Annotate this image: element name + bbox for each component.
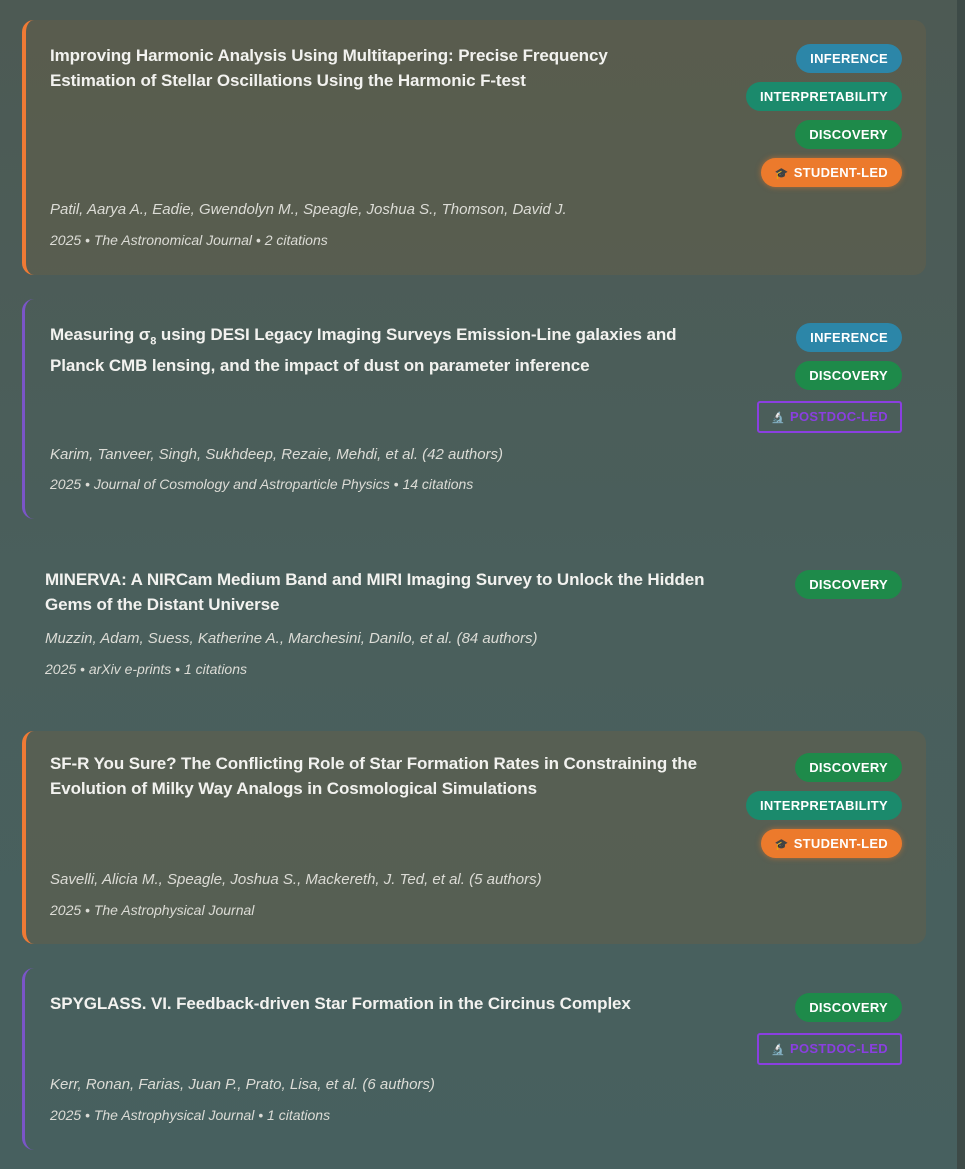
paper-authors: Patil, Aarya A., Eadie, Gwendolyn M., Sp… [50, 201, 567, 218]
tag-student-led-label: STUDENT-LED [793, 836, 888, 851]
tag-postdoc-led[interactable]: 🔬 POSTDOC-LED [757, 1033, 902, 1065]
scrollbar[interactable] [957, 0, 965, 1169]
tag-discovery[interactable]: DISCOVERY [795, 570, 902, 599]
paper-title[interactable]: Measuring σ8 using DESI Legacy Imaging S… [50, 323, 720, 378]
paper-meta: 2025 • The Astrophysical Journal • 1 cit… [50, 1107, 331, 1123]
tag-discovery[interactable]: DISCOVERY [795, 361, 902, 390]
tag-inference[interactable]: INFERENCE [796, 323, 902, 352]
paper-authors: Savelli, Alicia M., Speagle, Joshua S., … [50, 871, 542, 888]
tag-student-led[interactable]: 🎓 STUDENT-LED [760, 158, 902, 187]
tag-discovery[interactable]: DISCOVERY [795, 993, 902, 1022]
tag-list: DISCOVERY 🔬 POSTDOC-LED [757, 993, 902, 1065]
tag-interpretability[interactable]: INTERPRETABILITY [745, 791, 902, 820]
microscope-icon: 🔬 [771, 412, 786, 424]
paper-meta: 2025 • The Astronomical Journal • 2 cita… [50, 232, 328, 248]
tag-list: INFERENCE INTERPRETABILITY DISCOVERY 🎓 ST… [745, 44, 902, 187]
paper-card: Improving Harmonic Analysis Using Multit… [22, 20, 926, 275]
paper-title[interactable]: Improving Harmonic Analysis Using Multit… [50, 44, 690, 93]
tag-student-led-label: STUDENT-LED [793, 165, 888, 180]
paper-card: SPYGLASS. VI. Feedback-driven Star Forma… [22, 968, 926, 1150]
paper-card: SF-R You Sure? The Conflicting Role of S… [22, 731, 926, 944]
tag-discovery[interactable]: DISCOVERY [795, 753, 902, 782]
graduation-cap-icon: 🎓 [774, 168, 789, 180]
paper-authors: Kerr, Ronan, Farias, Juan P., Prato, Lis… [50, 1076, 435, 1093]
paper-meta: 2025 • The Astrophysical Journal [50, 902, 255, 918]
tag-discovery[interactable]: DISCOVERY [795, 120, 902, 149]
paper-authors: Karim, Tanveer, Singh, Sukhdeep, Rezaie,… [50, 446, 504, 463]
paper-meta: 2025 • arXiv e-prints • 1 citations [45, 661, 248, 677]
tag-inference[interactable]: INFERENCE [796, 44, 902, 73]
paper-title[interactable]: MINERVA: A NIRCam Medium Band and MIRI I… [45, 568, 755, 617]
paper-title[interactable]: SPYGLASS. VI. Feedback-driven Star Forma… [50, 992, 740, 1017]
paper-meta: 2025 • Journal of Cosmology and Astropar… [50, 476, 474, 492]
paper-card: MINERVA: A NIRCam Medium Band and MIRI I… [22, 546, 926, 696]
paper-title-prefix: Measuring σ [50, 325, 151, 344]
tag-student-led[interactable]: 🎓 STUDENT-LED [760, 829, 902, 858]
tag-interpretability[interactable]: INTERPRETABILITY [745, 82, 902, 111]
tag-list: DISCOVERY INTERPRETABILITY 🎓 STUDENT-LED [745, 753, 902, 858]
tag-list: DISCOVERY [795, 570, 902, 599]
microscope-icon: 🔬 [771, 1044, 786, 1056]
tag-postdoc-led-label: POSTDOC-LED [790, 409, 888, 424]
paper-authors: Muzzin, Adam, Suess, Katherine A., March… [45, 630, 538, 647]
tag-postdoc-led[interactable]: 🔬 POSTDOC-LED [757, 401, 902, 433]
paper-title[interactable]: SF-R You Sure? The Conflicting Role of S… [50, 752, 740, 801]
tag-postdoc-led-label: POSTDOC-LED [790, 1041, 888, 1056]
paper-card: Measuring σ8 using DESI Legacy Imaging S… [22, 299, 926, 519]
graduation-cap-icon: 🎓 [774, 839, 789, 851]
tag-list: INFERENCE DISCOVERY 🔬 POSTDOC-LED [757, 323, 902, 433]
